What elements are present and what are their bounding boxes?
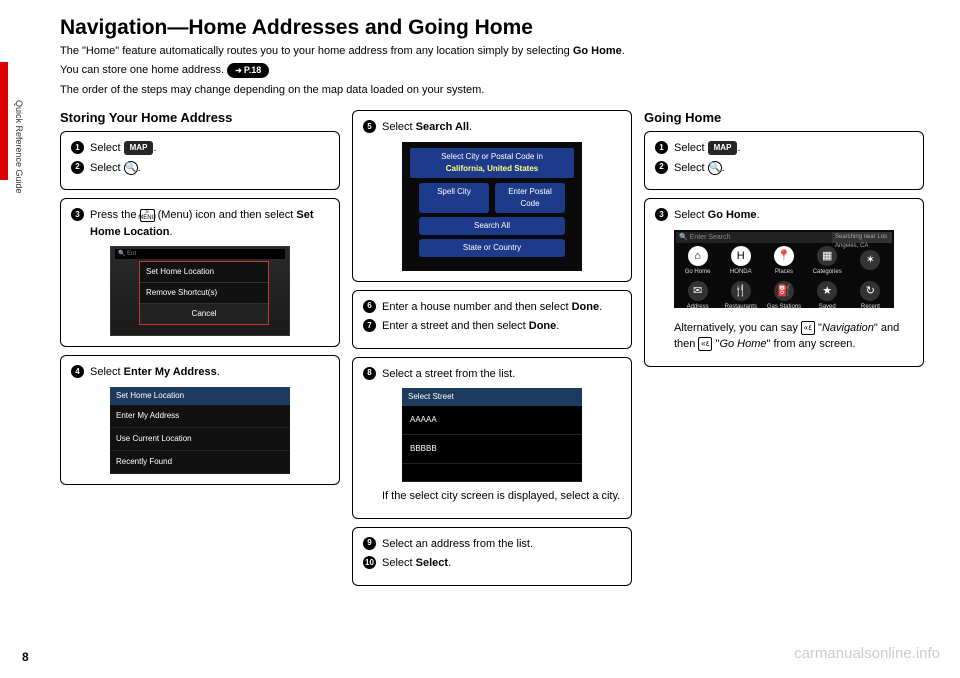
page-content: Navigation—Home Addresses and Going Home… [60, 16, 940, 594]
step-num-10: 10 [363, 556, 376, 569]
voice-alt-note: Alternatively, you can say «٤ "Navigatio… [655, 316, 913, 353]
gh-num-3: 3 [655, 208, 668, 221]
step-num-8: 8 [363, 367, 376, 380]
menu-opt-cancel: Cancel [140, 304, 268, 324]
watermark: carmanualsonline.info [794, 645, 940, 662]
ic-categories: ▦Categories [808, 246, 847, 277]
intro-line-3: The order of the steps may change depend… [60, 83, 940, 98]
map-button-chip-2: MAP [708, 141, 738, 155]
search-icon: 🔍 [124, 161, 138, 175]
card-gohome-2: 3 Select Go Home. 🔍 Enter Search Searchi… [644, 198, 924, 367]
ic-address: ✉Address [678, 281, 717, 312]
ic-honda: HHONDA [721, 246, 760, 277]
pill-postal-code: Enter Postal Code [495, 183, 565, 213]
step-10: 10 Select Select. [363, 555, 621, 572]
gh-step-3: 3 Select Go Home. [655, 207, 913, 224]
intro-line-2: You can store one home address. P.18 [60, 63, 940, 79]
step-4: 4 Select Enter My Address. [71, 364, 329, 381]
heading-storing: Storing Your Home Address [60, 110, 340, 125]
step-num-2: 2 [71, 161, 84, 174]
card-search-all: 5 Select Search All. Select City or Post… [352, 110, 632, 282]
heading-going-home: Going Home [644, 110, 924, 125]
step-9: 9 Select an address from the list. [363, 536, 621, 553]
page-number: 8 [22, 650, 29, 664]
map-button-chip: MAP [124, 141, 154, 155]
ic-blank: ✶ [851, 246, 890, 277]
step-1: 1 Select MAP. [71, 140, 329, 157]
gh-step-2: 2 Select 🔍. [655, 160, 913, 177]
step-num-6: 6 [363, 300, 376, 313]
ic-restaurants: 🍴Restaurants [721, 281, 760, 312]
opt-recently-found: Recently Found [110, 451, 290, 474]
page-title: Navigation—Home Addresses and Going Home [60, 16, 940, 40]
voice-icon-2: «٤ [698, 337, 712, 351]
screenshot-search-all: Select City or Postal Code in California… [402, 142, 582, 271]
gh-num-2: 2 [655, 161, 668, 174]
ic-places: 📍Places [764, 246, 803, 277]
step-6: 6 Enter a house number and then select D… [363, 299, 621, 316]
card-store-3: 4 Select Enter My Address. Set Home Loca… [60, 355, 340, 485]
intro-line-1: The "Home" feature automatically routes … [60, 44, 940, 59]
ic-gas: ⛽Gas Stations [764, 281, 803, 312]
street-option-b: BBBBB [402, 435, 582, 464]
menu-icon: ≡MENU [140, 209, 155, 222]
step-2: 2 Select 🔍. [71, 160, 329, 177]
gh-step-1: 1 Select MAP. [655, 140, 913, 157]
step-num-3: 3 [71, 208, 84, 221]
pill-state: State or Country [419, 239, 565, 257]
step-num-9: 9 [363, 537, 376, 550]
step-num-1: 1 [71, 141, 84, 154]
step-3: 3 Press the ≡MENU (Menu) icon and then s… [71, 207, 329, 240]
step-num-5: 5 [363, 120, 376, 133]
card-select-street: 8 Select a street from the list. Select … [352, 357, 632, 519]
voice-icon-1: «٤ [801, 321, 815, 335]
pill-search-all: Search All [419, 217, 565, 235]
gh-num-1: 1 [655, 141, 668, 154]
pill-spell-city: Spell City [419, 183, 489, 213]
column-going-home: Going Home 1 Select MAP. 2 Select 🔍. [644, 110, 924, 594]
page-ref-badge: P.18 [227, 63, 269, 78]
screenshot-set-home-menu: 🔍 Ent Set Home Location Remove Shortcut(… [110, 246, 290, 336]
ic-saved: ★Saved [808, 281, 847, 312]
card-gohome-1: 1 Select MAP. 2 Select 🔍. [644, 131, 924, 190]
column-storing: Storing Your Home Address 1 Select MAP. … [60, 110, 340, 594]
screenshot-street-list: Select Street AAAAA BBBBB [402, 388, 582, 482]
step-num-4: 4 [71, 365, 84, 378]
step-7: 7 Enter a street and then select Done. [363, 318, 621, 335]
card-select-address: 9 Select an address from the list. 10 Se… [352, 527, 632, 586]
card-store-1: 1 Select MAP. 2 Select 🔍. [60, 131, 340, 190]
street-option-a: AAAAA [402, 406, 582, 435]
menu-opt-set-home: Set Home Location [140, 262, 268, 283]
side-tab [0, 62, 8, 180]
side-section-label: Quick Reference Guide [14, 100, 24, 194]
opt-current-location: Use Current Location [110, 428, 290, 451]
screenshot-go-home: 🔍 Enter Search Searching near Los Angele… [674, 230, 894, 308]
street-note: If the select city screen is displayed, … [363, 488, 621, 505]
screenshot-set-home-list: Set Home Location Enter My Address Use C… [110, 387, 290, 474]
column-middle: 5 Select Search All. Select City or Post… [352, 110, 632, 594]
step-num-7: 7 [363, 319, 376, 332]
card-store-2: 3 Press the ≡MENU (Menu) icon and then s… [60, 198, 340, 347]
menu-opt-remove: Remove Shortcut(s) [140, 283, 268, 304]
card-enter-address: 6 Enter a house number and then select D… [352, 290, 632, 349]
ic-recent: ↻Recent [851, 281, 890, 312]
step-8: 8 Select a street from the list. [363, 366, 621, 383]
ic-go-home: ⌂Go Home [678, 246, 717, 277]
opt-enter-address: Enter My Address [110, 405, 290, 428]
search-icon-2: 🔍 [708, 161, 722, 175]
step-5: 5 Select Search All. [363, 119, 621, 136]
